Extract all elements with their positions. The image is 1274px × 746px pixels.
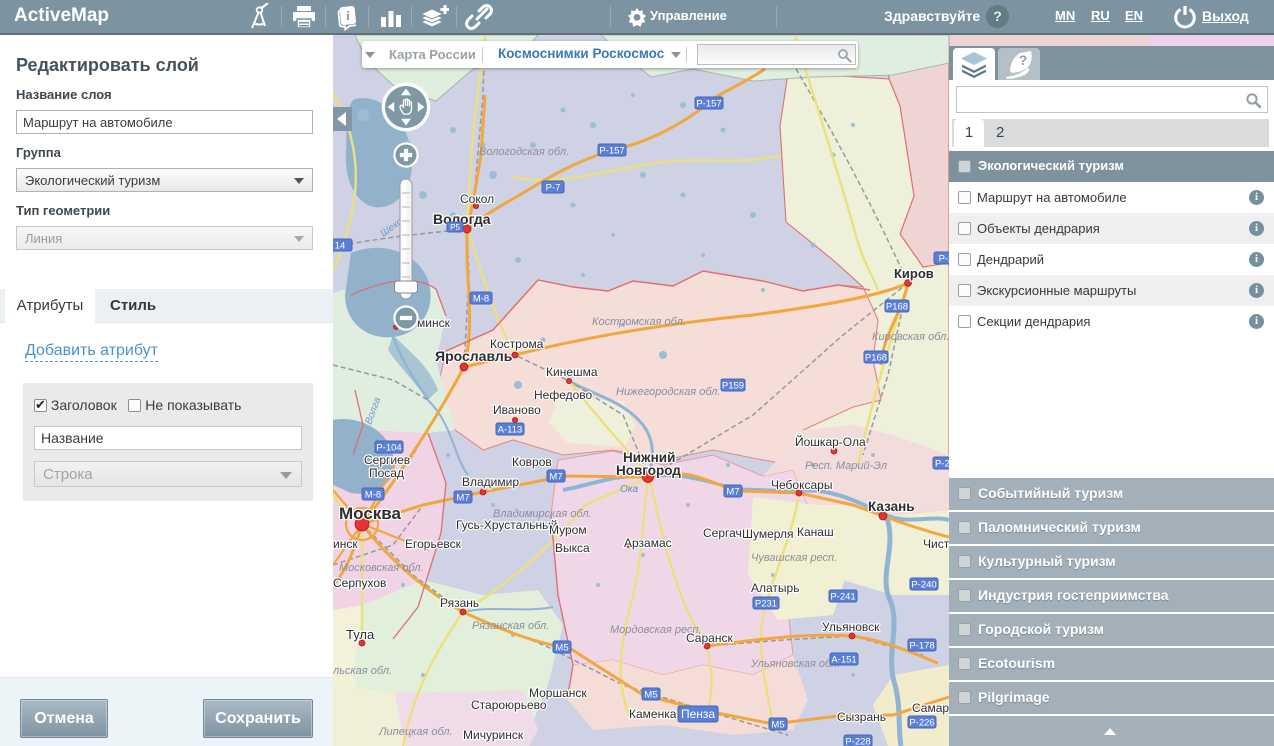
svg-text:Выкса: Выкса: [555, 541, 590, 555]
svg-text:P159: P159: [722, 381, 744, 392]
svg-text:Арзамас: Арзамас: [624, 536, 672, 550]
svg-text:Пенза: Пенза: [681, 707, 715, 721]
svg-text:Кинешма: Кинешма: [546, 365, 598, 379]
svg-text:Костромская обл.: Костромская обл.: [592, 316, 686, 328]
svg-text:Йошкар-Ола: Йошкар-Ола: [795, 434, 866, 449]
svg-text:P168: P168: [886, 302, 908, 313]
svg-text:Чист: Чист: [923, 537, 950, 551]
svg-text:Нижегородская обл.: Нижегородская обл.: [616, 386, 721, 398]
svg-text:Кострома: Кострома: [490, 337, 544, 351]
svg-text:14: 14: [335, 241, 346, 252]
svg-text:?: ?: [1019, 52, 1028, 68]
svg-text:Респ. Марий-Эл: Респ. Марий-Эл: [805, 460, 887, 472]
svg-text:инск: инск: [333, 537, 358, 551]
svg-text:Р-226: Р-226: [909, 718, 934, 729]
svg-text:Владимир: Владимир: [462, 475, 519, 489]
svg-text:Москва: Москва: [339, 504, 402, 523]
svg-text:Рязанская обл.: Рязанская обл.: [472, 620, 549, 632]
svg-text:Вологодская обл.: Вологодская обл.: [479, 146, 569, 158]
svg-text:Новгород: Новгород: [616, 463, 681, 478]
svg-text:Алатырь: Алатырь: [751, 581, 799, 595]
svg-text:М-8: М-8: [365, 490, 381, 501]
svg-text:Ульяновская обл.: Ульяновская обл.: [750, 658, 840, 670]
svg-text:Казань: Казань: [868, 499, 915, 514]
svg-text:Сызрань: Сызрань: [837, 710, 886, 724]
svg-text:льская обл.: льская обл.: [333, 665, 392, 677]
svg-text:Р-178: Р-178: [909, 641, 934, 652]
svg-text:Ковров: Ковров: [512, 455, 552, 469]
svg-text:Самар: Самар: [912, 701, 949, 715]
svg-text:Каменка: Каменка: [629, 707, 677, 721]
svg-text:Р-240: Р-240: [911, 580, 936, 591]
svg-text:Р-7: Р-7: [546, 183, 561, 194]
svg-text:Мичуринск: Мичуринск: [463, 728, 524, 742]
svg-text:Р231: Р231: [755, 599, 777, 610]
svg-text:Р-157: Р-157: [696, 99, 721, 110]
svg-text:М7: М7: [456, 493, 469, 504]
svg-text:Посад: Посад: [369, 466, 404, 480]
svg-text:Чебоксары: Чебоксары: [771, 478, 832, 492]
svg-text:А-151: А-151: [831, 655, 856, 666]
svg-text:Староюрьево: Староюрьево: [471, 698, 547, 712]
svg-text:Московская обл.: Московская обл.: [339, 562, 424, 574]
svg-text:Серпухов: Серпухов: [333, 576, 386, 590]
svg-text:М5: М5: [771, 720, 784, 731]
svg-text:М5: М5: [644, 690, 657, 701]
svg-text:Сергиев: Сергиев: [364, 453, 410, 467]
svg-text:Сокол: Сокол: [460, 192, 494, 206]
svg-text:Гусь-Хрустальный: Гусь-Хрустальный: [456, 518, 557, 532]
svg-text:Ока: Ока: [620, 484, 639, 495]
svg-text:Чувашская респ.: Чувашская респ.: [751, 552, 837, 564]
svg-text:М5: М5: [555, 643, 568, 654]
svg-text:М7: М7: [726, 487, 739, 498]
svg-text:Кировская обл.: Кировская обл.: [872, 331, 949, 343]
svg-text:А-113: А-113: [498, 425, 523, 436]
svg-text:Шумерля: Шумерля: [742, 527, 794, 541]
svg-text:минск: минск: [417, 316, 451, 330]
svg-text:Нефедово: Нефедово: [534, 388, 593, 402]
svg-text:М-8: М-8: [473, 294, 489, 305]
svg-text:P168: P168: [865, 353, 887, 364]
svg-text:Киров: Киров: [894, 266, 934, 281]
svg-text:Ульяновск: Ульяновск: [822, 620, 880, 634]
svg-text:Тула: Тула: [346, 627, 375, 642]
svg-text:Рязань: Рязань: [440, 596, 479, 610]
svg-text:Иваново: Иваново: [493, 403, 541, 417]
svg-text:Муром: Муром: [549, 523, 587, 537]
svg-text:Р-241: Р-241: [830, 592, 855, 603]
svg-text:Канаш: Канаш: [797, 525, 834, 539]
svg-text:Егорьевск: Егорьевск: [405, 537, 462, 551]
svg-text:Р5: Р5: [450, 223, 460, 232]
svg-text:М7: М7: [549, 472, 562, 483]
svg-text:Р-157: Р-157: [599, 146, 624, 157]
svg-text:Р-104: Р-104: [376, 443, 401, 454]
svg-text:Липецкая обл.: Липецкая обл.: [378, 726, 453, 738]
svg-text:Сергач: Сергач: [703, 526, 742, 540]
svg-text:Р-228: Р-228: [845, 737, 870, 746]
svg-text:Саранск: Саранск: [686, 631, 733, 645]
